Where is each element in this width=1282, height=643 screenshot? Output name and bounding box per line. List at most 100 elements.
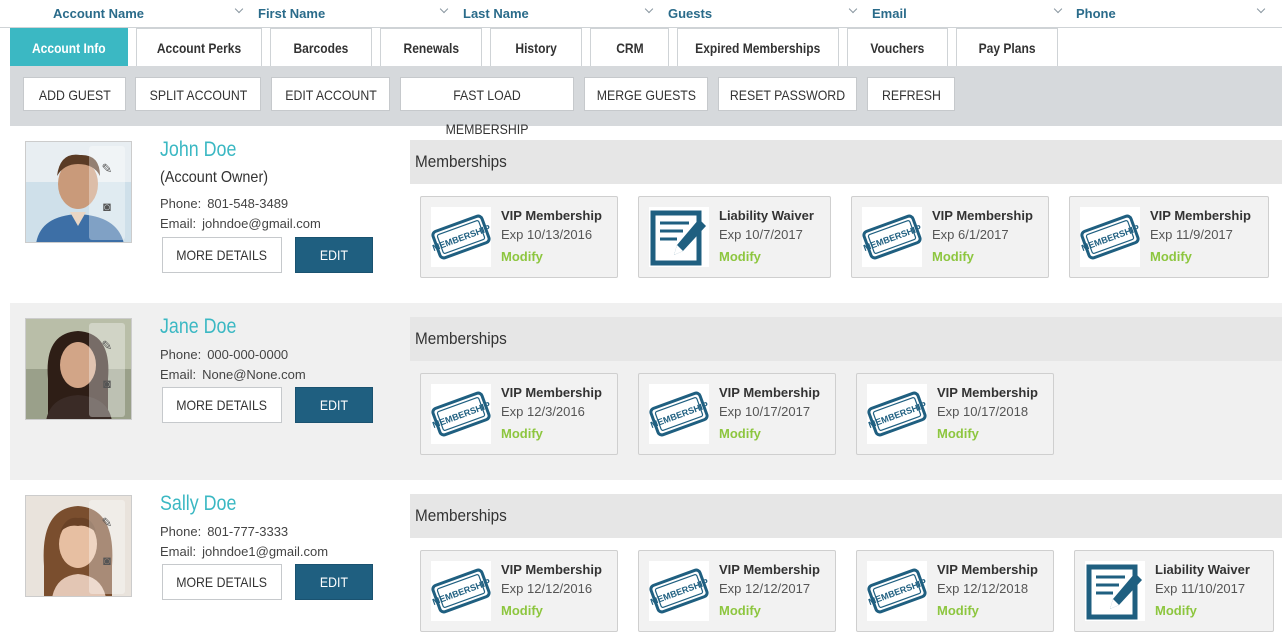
phone-label: Phone: <box>160 347 202 362</box>
split-account-button[interactable]: SPLIT ACCOUNT <box>135 77 261 111</box>
edit-account-button[interactable]: EDIT ACCOUNT <box>271 77 390 111</box>
chevron-down-icon[interactable] <box>644 6 654 16</box>
modify-link[interactable]: Modify <box>937 603 979 618</box>
membership-card[interactable]: VIP Membership Exp 11/9/2017 Modify <box>1069 196 1269 278</box>
membership-expiry: Exp 6/1/2017 <box>932 227 1009 242</box>
membership-card[interactable]: VIP Membership Exp 10/13/2016 Modify <box>420 196 618 278</box>
tab-renewals[interactable]: Renewals <box>380 28 482 66</box>
memberships-header: Memberships <box>410 494 1282 538</box>
refresh-button[interactable]: REFRESH <box>867 77 955 111</box>
modify-link[interactable]: Modify <box>501 426 543 441</box>
phone-value: 801-777-3333 <box>207 524 289 539</box>
guest-name[interactable]: John Doe <box>160 138 250 162</box>
membership-stamp-icon <box>867 561 927 621</box>
membership-title: Liability Waiver <box>719 208 814 223</box>
guest-row: ✎ ◙ Sally Doe Phone: 801-777-3333 Email: j… <box>10 480 1282 643</box>
membership-card[interactable]: VIP Membership Exp 12/3/2016 Modify <box>420 373 618 455</box>
chevron-down-icon[interactable] <box>1256 6 1266 16</box>
tab-crm[interactable]: CRM <box>590 28 669 66</box>
membership-card[interactable]: VIP Membership Exp 12/12/2016 Modify <box>420 550 618 632</box>
modify-link[interactable]: Modify <box>1155 603 1197 618</box>
phone-label: Phone: <box>160 196 202 211</box>
membership-card[interactable]: VIP Membership Exp 10/17/2017 Modify <box>638 373 836 455</box>
camera-icon[interactable]: ◙ <box>98 375 116 393</box>
tab-barcodes[interactable]: Barcodes <box>270 28 372 66</box>
column-label: First Name <box>258 6 326 21</box>
column-label: Phone <box>1076 6 1116 21</box>
membership-card[interactable]: Liability Waiver Exp 10/7/2017 Modify <box>638 196 831 278</box>
modify-link[interactable]: Modify <box>719 426 761 441</box>
membership-card[interactable]: Liability Waiver Exp 11/10/2017 Modify <box>1074 550 1274 632</box>
reset-password-button[interactable]: RESET PASSWORD <box>718 77 857 111</box>
email-value: johndoe@gmail.com <box>202 216 321 231</box>
modify-link[interactable]: Modify <box>1150 249 1192 264</box>
pencil-icon[interactable]: ✎ <box>98 160 116 178</box>
edit-guest-button[interactable]: EDIT <box>295 564 373 600</box>
account-owner-label: (Account Owner) <box>160 169 269 186</box>
chevron-down-icon[interactable] <box>848 6 858 16</box>
guest-email: Email: None@None.com <box>160 367 306 382</box>
chevron-down-icon[interactable] <box>234 6 244 16</box>
membership-expiry: Exp 10/13/2016 <box>501 227 593 242</box>
tab-pay-plans[interactable]: Pay Plans <box>956 28 1058 66</box>
guest-row: ✎ ◙ Jane Doe Phone: 000-000-0000 Email: No… <box>10 303 1282 480</box>
merge-guests-button[interactable]: MERGE GUESTS <box>584 77 708 111</box>
guest-photo: ✎ ◙ <box>25 495 132 597</box>
column-guests[interactable]: Guests <box>668 0 863 28</box>
pencil-icon[interactable]: ✎ <box>98 337 116 355</box>
tab-history[interactable]: History <box>490 28 582 66</box>
membership-title: VIP Membership <box>937 562 1038 577</box>
more-details-button[interactable]: MORE DETAILS <box>162 387 282 423</box>
membership-title: VIP Membership <box>501 562 602 577</box>
column-first-name[interactable]: First Name <box>258 0 453 28</box>
chevron-down-icon[interactable] <box>1053 6 1063 16</box>
add-guest-button[interactable]: ADD GUEST <box>23 77 126 111</box>
membership-stamp-icon <box>862 207 922 267</box>
column-email[interactable]: Email <box>872 0 1067 28</box>
tab-vouchers[interactable]: Vouchers <box>847 28 948 66</box>
modify-link[interactable]: Modify <box>719 603 761 618</box>
phone-value: 000-000-0000 <box>207 347 289 362</box>
guest-phone: Phone: 801-777-3333 <box>160 524 288 539</box>
membership-stamp-icon <box>1080 207 1140 267</box>
membership-title: VIP Membership <box>501 385 602 400</box>
column-label: Account Name <box>53 6 145 21</box>
email-label: Email: <box>160 544 197 559</box>
email-value: None@None.com <box>202 367 306 382</box>
memberships-header: Memberships <box>410 317 1282 361</box>
email-label: Email: <box>160 367 197 382</box>
column-last-name[interactable]: Last Name <box>463 0 658 28</box>
modify-link[interactable]: Modify <box>719 249 761 264</box>
camera-icon[interactable]: ◙ <box>98 198 116 216</box>
modify-link[interactable]: Modify <box>501 249 543 264</box>
membership-stamp-icon <box>867 384 927 444</box>
guest-email: Email: johndoe@gmail.com <box>160 216 321 231</box>
membership-card[interactable]: VIP Membership Exp 12/12/2017 Modify <box>638 550 836 632</box>
camera-icon[interactable]: ◙ <box>98 552 116 570</box>
fast-load-membership-button[interactable]: FAST LOAD MEMBERSHIP <box>400 77 574 137</box>
tab-expired-memberships[interactable]: Expired Memberships <box>677 28 839 66</box>
edit-guest-button[interactable]: EDIT <box>295 237 373 273</box>
column-account-name[interactable]: Account Name <box>53 0 248 28</box>
more-details-button[interactable]: MORE DETAILS <box>162 237 282 273</box>
modify-link[interactable]: Modify <box>501 603 543 618</box>
modify-link[interactable]: Modify <box>937 426 979 441</box>
tab-account-perks[interactable]: Account Perks <box>136 28 262 66</box>
guest-name[interactable]: Jane Doe <box>160 315 250 339</box>
chevron-down-icon[interactable] <box>439 6 449 16</box>
membership-title: Liability Waiver <box>1155 562 1250 577</box>
guest-name[interactable]: Sally Doe <box>160 492 250 516</box>
column-phone[interactable]: Phone <box>1076 0 1276 28</box>
guest-phone: Phone: 801-548-3489 <box>160 196 288 211</box>
membership-title: VIP Membership <box>937 385 1038 400</box>
more-details-button[interactable]: MORE DETAILS <box>162 564 282 600</box>
membership-card[interactable]: VIP Membership Exp 10/17/2018 Modify <box>856 373 1054 455</box>
modify-link[interactable]: Modify <box>932 249 974 264</box>
tab-account-info[interactable]: Account Info <box>10 28 128 66</box>
edit-guest-button[interactable]: EDIT <box>295 387 373 423</box>
guest-email: Email: johndoe1@gmail.com <box>160 544 328 559</box>
membership-card[interactable]: VIP Membership Exp 12/12/2018 Modify <box>856 550 1054 632</box>
membership-card[interactable]: VIP Membership Exp 6/1/2017 Modify <box>851 196 1049 278</box>
waiver-icon <box>1085 561 1145 621</box>
pencil-icon[interactable]: ✎ <box>98 514 116 532</box>
